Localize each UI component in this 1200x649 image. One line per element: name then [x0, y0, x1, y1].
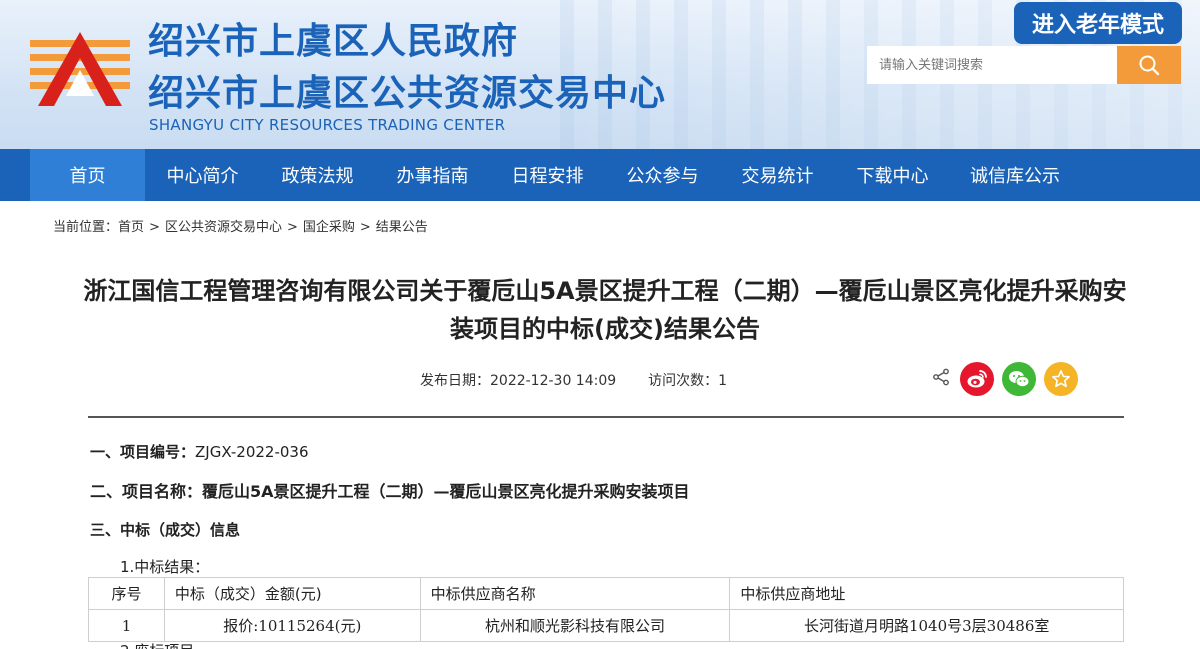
table-cell-supplier: 杭州和顺光影科技有限公司: [419, 609, 731, 642]
breadcrumb: 当前位置：首页 > 区公共资源交易中心 > 国企采购 > 结果公告: [53, 216, 428, 235]
project-number-label: 一、项目编号：: [90, 443, 196, 461]
award-result-heading: 1.中标结果：: [120, 558, 210, 576]
main-nav: 首页 中心简介 政策法规 办事指南 日程安排 公众参与 交易统计 下载中心 诚信…: [0, 149, 1200, 201]
award-info-heading: 三、中标（成交）信息: [90, 521, 241, 539]
table-header-cell: 中标供应商地址: [729, 577, 1124, 610]
breadcrumb-item-procurement[interactable]: 国企采购: [303, 216, 355, 235]
breadcrumb-separator: >: [359, 220, 371, 235]
table-header-cell: 序号: [88, 577, 165, 610]
table-header-cell: 中标供应商名称: [419, 577, 731, 610]
search-button[interactable]: [1117, 46, 1181, 84]
project-number-value: ZJGX-2022-036: [195, 443, 309, 461]
elder-mode-button[interactable]: 进入老年模式: [1014, 2, 1182, 44]
project-name: 二、项目名称：覆卮山5A景区提升工程（二期）—覆卮山景区亮化提升采购安装项目: [90, 478, 690, 502]
nav-item-guide[interactable]: 办事指南: [375, 149, 490, 201]
star-icon: [1051, 370, 1071, 388]
table-header-row: 序号 中标（成交）金额(元) 中标供应商名称 中标供应商地址: [88, 577, 1124, 610]
weibo-share-button[interactable]: [960, 362, 994, 396]
site-header: 绍兴市上虞区人民政府 绍兴市上虞区公共资源交易中心 SHANGYU CITY R…: [0, 0, 1200, 149]
search-icon: [1139, 55, 1160, 76]
site-title-english: SHANGYU CITY RESOURCES TRADING CENTER: [149, 116, 506, 134]
favorite-button[interactable]: [1044, 362, 1078, 396]
search-bar: [867, 46, 1181, 84]
result-table: 序号 中标（成交）金额(元) 中标供应商名称 中标供应商地址 1 报价:1011…: [88, 577, 1124, 642]
nav-item-public[interactable]: 公众参与: [605, 149, 720, 201]
breadcrumb-item-center[interactable]: 区公共资源交易中心: [165, 216, 282, 235]
nav-item-policy[interactable]: 政策法规: [260, 149, 375, 201]
publish-date: 2022-12-30 14:09: [490, 373, 617, 389]
share-icon[interactable]: [932, 368, 950, 386]
table-cell-index: 1: [88, 609, 165, 642]
nav-item-credit[interactable]: 诚信库公示: [950, 149, 1080, 201]
title-divider: [88, 416, 1124, 418]
visit-count: 1: [718, 373, 728, 389]
table-cell-amount: 报价:10115264(元): [163, 609, 421, 642]
weibo-icon: [967, 370, 987, 388]
publish-date-label: 发布日期：: [420, 373, 490, 389]
breadcrumb-prefix: 当前位置：: [53, 220, 119, 235]
breadcrumb-separator: >: [286, 220, 298, 235]
nav-item-downloads[interactable]: 下载中心: [835, 149, 950, 201]
wechat-icon: [1009, 371, 1030, 388]
table-cell-address: 长河街道月明路1040号3层30486室: [729, 609, 1124, 642]
project-name-label: 二、项目名称：: [90, 482, 203, 501]
article-meta: 发布日期：2022-12-30 14:09 访问次数：1: [420, 370, 727, 390]
table-header-cell: 中标（成交）金额(元): [163, 577, 421, 610]
breadcrumb-item-results[interactable]: 结果公告: [376, 216, 428, 235]
nav-item-home[interactable]: 首页: [30, 149, 145, 201]
site-title-main: 绍兴市上虞区人民政府: [148, 21, 519, 62]
project-number: 一、项目编号：ZJGX-2022-036: [90, 441, 309, 462]
breadcrumb-separator: >: [149, 220, 160, 235]
wechat-share-button[interactable]: [1002, 362, 1036, 396]
failed-bid-heading: 2.废标项目: [120, 640, 194, 649]
article-title: 浙江国信工程管理咨询有限公司关于覆卮山5A景区提升工程（二期）—覆卮山景区亮化提…: [83, 277, 1127, 343]
nav-item-about[interactable]: 中心简介: [145, 149, 260, 201]
site-logo-icon[interactable]: [30, 30, 130, 110]
nav-item-statistics[interactable]: 交易统计: [720, 149, 835, 201]
visit-count-label: 访问次数：: [648, 373, 719, 389]
breadcrumb-item-home[interactable]: 首页: [118, 216, 144, 235]
search-input[interactable]: [867, 46, 1117, 84]
nav-item-schedule[interactable]: 日程安排: [490, 149, 605, 201]
project-name-value: 覆卮山5A景区提升工程（二期）—覆卮山景区亮化提升采购安装项目: [202, 482, 690, 501]
table-row: 1 报价:10115264(元) 杭州和顺光影科技有限公司 长河街道月明路104…: [88, 609, 1124, 642]
site-title-sub: 绍兴市上虞区公共资源交易中心: [148, 73, 667, 114]
